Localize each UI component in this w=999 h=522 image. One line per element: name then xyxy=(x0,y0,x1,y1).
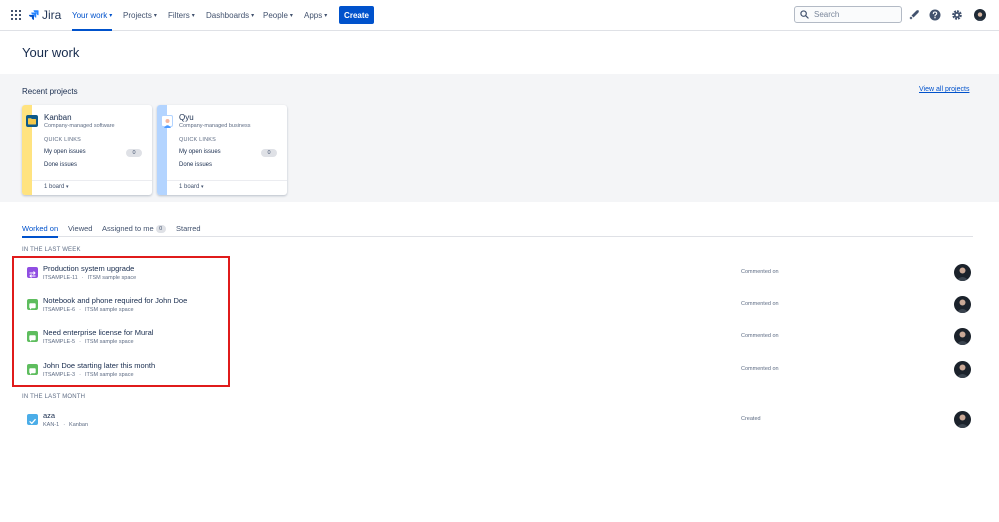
group-heading-last-week: IN THE LAST WEEK xyxy=(22,247,81,253)
avatar-image xyxy=(956,331,969,345)
card-divider xyxy=(167,180,287,181)
search-input[interactable] xyxy=(814,10,900,19)
chevron-down-icon: ▾ xyxy=(201,184,204,190)
avatar-image xyxy=(956,364,969,378)
kanban-project-icon xyxy=(26,115,38,127)
board-dropdown-label: 1 board xyxy=(179,184,200,190)
qyu-project-icon xyxy=(161,115,173,128)
issue-space: Kanban xyxy=(69,422,89,428)
assigned-count-badge: 0 xyxy=(155,225,166,233)
issue-key: KAN-1 xyxy=(43,422,60,428)
chevron-down-icon: ▾ xyxy=(289,13,293,19)
board-dropdown-label: 1 board xyxy=(44,184,65,190)
tab-assigned-label: Assigned to me xyxy=(102,224,154,233)
issue-activity: Commented on xyxy=(741,366,779,372)
chevron-down-icon: ▾ xyxy=(66,184,69,190)
task-icon xyxy=(27,414,38,425)
settings-icon[interactable] xyxy=(951,9,963,21)
issue-activity: Created xyxy=(741,416,761,422)
open-issues-count: 0 xyxy=(126,149,142,157)
notifications-icon[interactable] xyxy=(908,9,920,21)
user-avatar-image xyxy=(976,12,984,21)
avatar-image xyxy=(956,267,969,281)
project-card-kanban[interactable]: Kanban Company-managed software QUICK LI… xyxy=(22,105,152,195)
board-dropdown[interactable]: 1 board ▾ xyxy=(179,184,204,190)
chevron-down-icon: ▾ xyxy=(153,13,157,19)
page-title: Your work xyxy=(22,45,80,60)
chevron-down-icon: ▾ xyxy=(251,13,255,19)
card-divider xyxy=(32,180,152,181)
done-issues-link[interactable]: Done issues xyxy=(179,162,212,168)
nav-people-label: People xyxy=(263,11,288,20)
issue-activity: Commented on xyxy=(741,333,779,339)
nav-projects-label: Projects xyxy=(123,11,152,20)
my-open-issues-link[interactable]: My open issues xyxy=(179,149,221,155)
search-icon xyxy=(800,10,809,19)
assignee-avatar[interactable] xyxy=(954,264,971,281)
issue-activity: Commented on xyxy=(741,301,779,307)
product-name: Jira xyxy=(42,8,62,22)
recent-projects-title: Recent projects xyxy=(22,87,78,96)
quick-links-heading: QUICK LINKS xyxy=(44,137,82,143)
jira-logo-icon xyxy=(28,10,39,20)
quick-links-heading: QUICK LINKS xyxy=(179,137,217,143)
nav-dashboards[interactable]: Dashboards ▾ xyxy=(206,0,254,31)
tab-assigned-to-me[interactable]: Assigned to me 0 xyxy=(102,224,166,237)
assignee-avatar[interactable] xyxy=(954,328,971,345)
user-avatar[interactable] xyxy=(974,9,986,21)
help-icon[interactable] xyxy=(929,9,941,21)
nav-your-work[interactable]: Your work ▾ xyxy=(72,0,113,31)
project-card-qyu[interactable]: Qyu Company-managed business QUICK LINKS… xyxy=(157,105,287,195)
work-tabs: Worked on Viewed Assigned to me 0 Starred xyxy=(22,224,973,238)
project-name[interactable]: Qyu xyxy=(179,113,194,122)
create-button[interactable]: Create xyxy=(339,6,374,24)
nav-apps-label: Apps xyxy=(304,11,323,20)
issue-row[interactable]: aza KAN-1 · Kanban Created xyxy=(22,409,977,435)
highlight-annotation-box xyxy=(12,256,230,387)
nav-projects[interactable]: Projects ▾ xyxy=(123,0,157,31)
nav-apps[interactable]: Apps ▾ xyxy=(304,0,327,31)
search-box[interactable] xyxy=(794,6,902,23)
avatar-image xyxy=(956,414,969,428)
app-switcher-icon[interactable] xyxy=(11,10,21,20)
my-open-issues-link[interactable]: My open issues xyxy=(44,149,86,155)
issue-title[interactable]: aza xyxy=(43,411,55,420)
nav-filters[interactable]: Filters ▾ xyxy=(168,0,195,31)
avatar-image xyxy=(956,299,969,313)
tab-starred[interactable]: Starred xyxy=(176,224,201,237)
open-issues-count: 0 xyxy=(261,149,277,157)
nav-filters-label: Filters xyxy=(168,11,190,20)
project-type: Company-managed software xyxy=(44,123,115,129)
view-all-projects-link[interactable]: View all projects xyxy=(919,86,969,93)
project-name[interactable]: Kanban xyxy=(44,113,72,122)
nav-dashboards-label: Dashboards xyxy=(206,11,250,20)
nav-people[interactable]: People ▾ xyxy=(263,0,293,31)
done-issues-link[interactable]: Done issues xyxy=(44,162,77,168)
issue-meta: KAN-1 · Kanban xyxy=(43,422,89,428)
chevron-down-icon: ▾ xyxy=(324,13,328,19)
project-type: Company-managed business xyxy=(179,123,251,129)
assignee-avatar[interactable] xyxy=(954,296,971,313)
board-dropdown[interactable]: 1 board ▾ xyxy=(44,184,69,190)
top-navigation: Jira Your work ▾ Projects ▾ Filters ▾ Dashb… xyxy=(0,0,999,31)
chevron-down-icon: ▾ xyxy=(109,13,113,19)
assignee-avatar[interactable] xyxy=(954,361,971,378)
group-heading-last-month: IN THE LAST MONTH xyxy=(22,394,86,400)
issue-activity: Commented on xyxy=(741,269,779,275)
chevron-down-icon: ▾ xyxy=(191,13,195,19)
assignee-avatar[interactable] xyxy=(954,411,971,428)
jira-logo[interactable]: Jira xyxy=(28,7,61,23)
tab-viewed[interactable]: Viewed xyxy=(68,224,92,237)
nav-your-work-label: Your work xyxy=(72,11,108,20)
tab-worked-on[interactable]: Worked on xyxy=(22,224,59,238)
